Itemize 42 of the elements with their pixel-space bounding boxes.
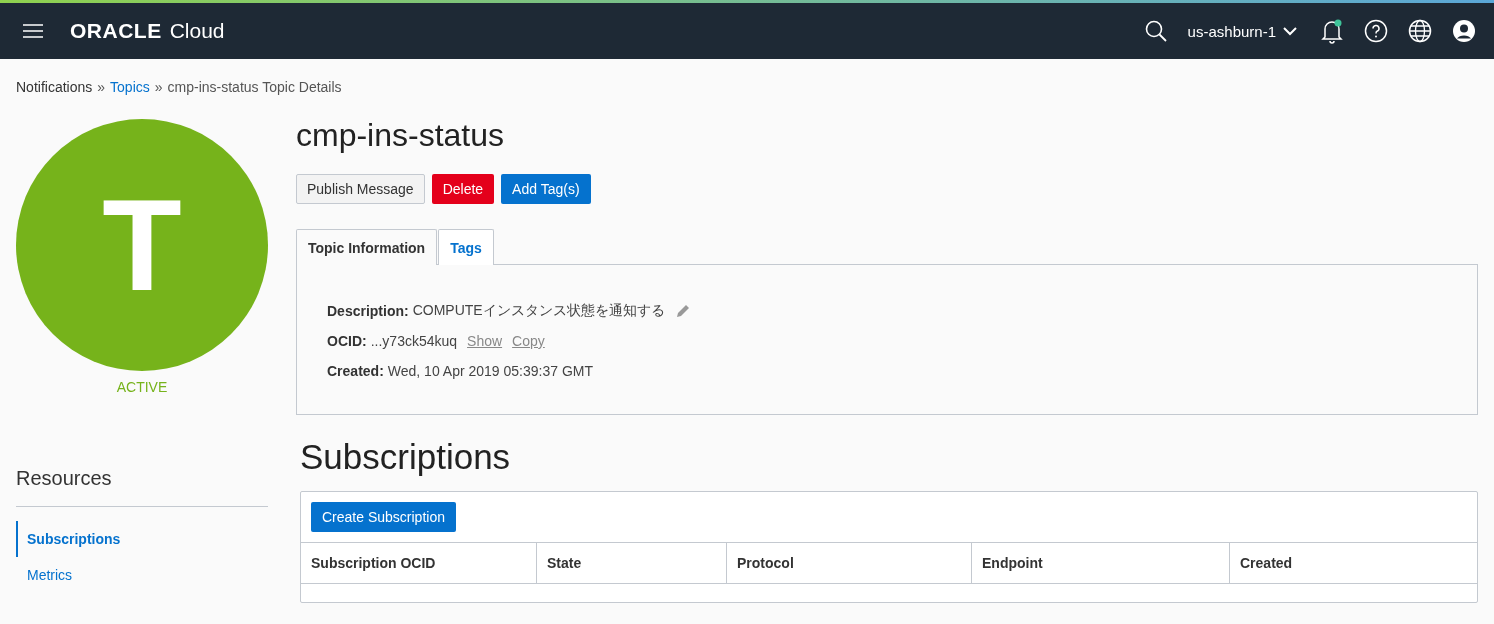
action-button[interactable]: Publish Message [296, 174, 425, 204]
resources-heading: Resources [16, 467, 268, 507]
status-label: ACTIVE [115, 379, 169, 395]
tab[interactable]: Topic Information [296, 229, 438, 265]
caret-icon[interactable] [1282, 26, 1298, 36]
detail-link[interactable]: Copy [512, 333, 545, 349]
user-icon[interactable] [1452, 19, 1476, 43]
column-header: Protocol [727, 543, 972, 583]
column-header: Created [1239, 554, 1294, 573]
help-icon[interactable] [1364, 19, 1388, 43]
section-heading: Subscriptions [300, 437, 512, 477]
product-name: Cloud [169, 19, 225, 43]
tab[interactable]: Tags [438, 229, 494, 265]
resource-link[interactable]: Subscriptions [16, 521, 268, 557]
breadcrumb-item: cmp-ins-status Topic Details [167, 79, 342, 95]
breadcrumb-item: » [154, 79, 163, 95]
detail-link[interactable]: Show [467, 333, 503, 349]
detail-label: Created: [327, 363, 384, 379]
topic-avatar: T [16, 119, 268, 371]
breadcrumb-item: » [97, 79, 106, 95]
create-subscription-button[interactable]: Create Subscription [311, 502, 456, 532]
search-icon[interactable] [1143, 19, 1168, 43]
detail-value: COMPUTEインスタンス状態を通知する [412, 302, 665, 320]
page-title: cmp-ins-status [296, 117, 506, 154]
menu-icon[interactable] [22, 23, 44, 39]
action-button[interactable]: Delete [431, 174, 495, 204]
detail-value: ...y73ck54kuq [370, 333, 458, 349]
breadcrumb-link[interactable]: Topics [110, 79, 150, 95]
bell-icon[interactable] [1320, 18, 1344, 44]
breadcrumb-item: Notifications [16, 79, 93, 95]
detail-value: Wed, 10 Apr 2019 05:39:37 GMT [387, 363, 593, 379]
logo[interactable]: ORACLE [70, 19, 162, 43]
region-selector[interactable]: us-ashburn-1 [1187, 22, 1298, 40]
resource-link[interactable]: Metrics [16, 557, 268, 593]
column-header: State [537, 543, 727, 583]
detail-label: Description: [327, 303, 409, 319]
column-header: Endpoint [972, 543, 1230, 583]
action-button[interactable]: Add Tag(s) [501, 174, 591, 204]
globe-icon[interactable] [1408, 19, 1432, 43]
column-header: Subscription OCID [301, 543, 537, 583]
detail-label: OCID: [327, 333, 367, 349]
pencil-icon[interactable] [674, 303, 691, 319]
